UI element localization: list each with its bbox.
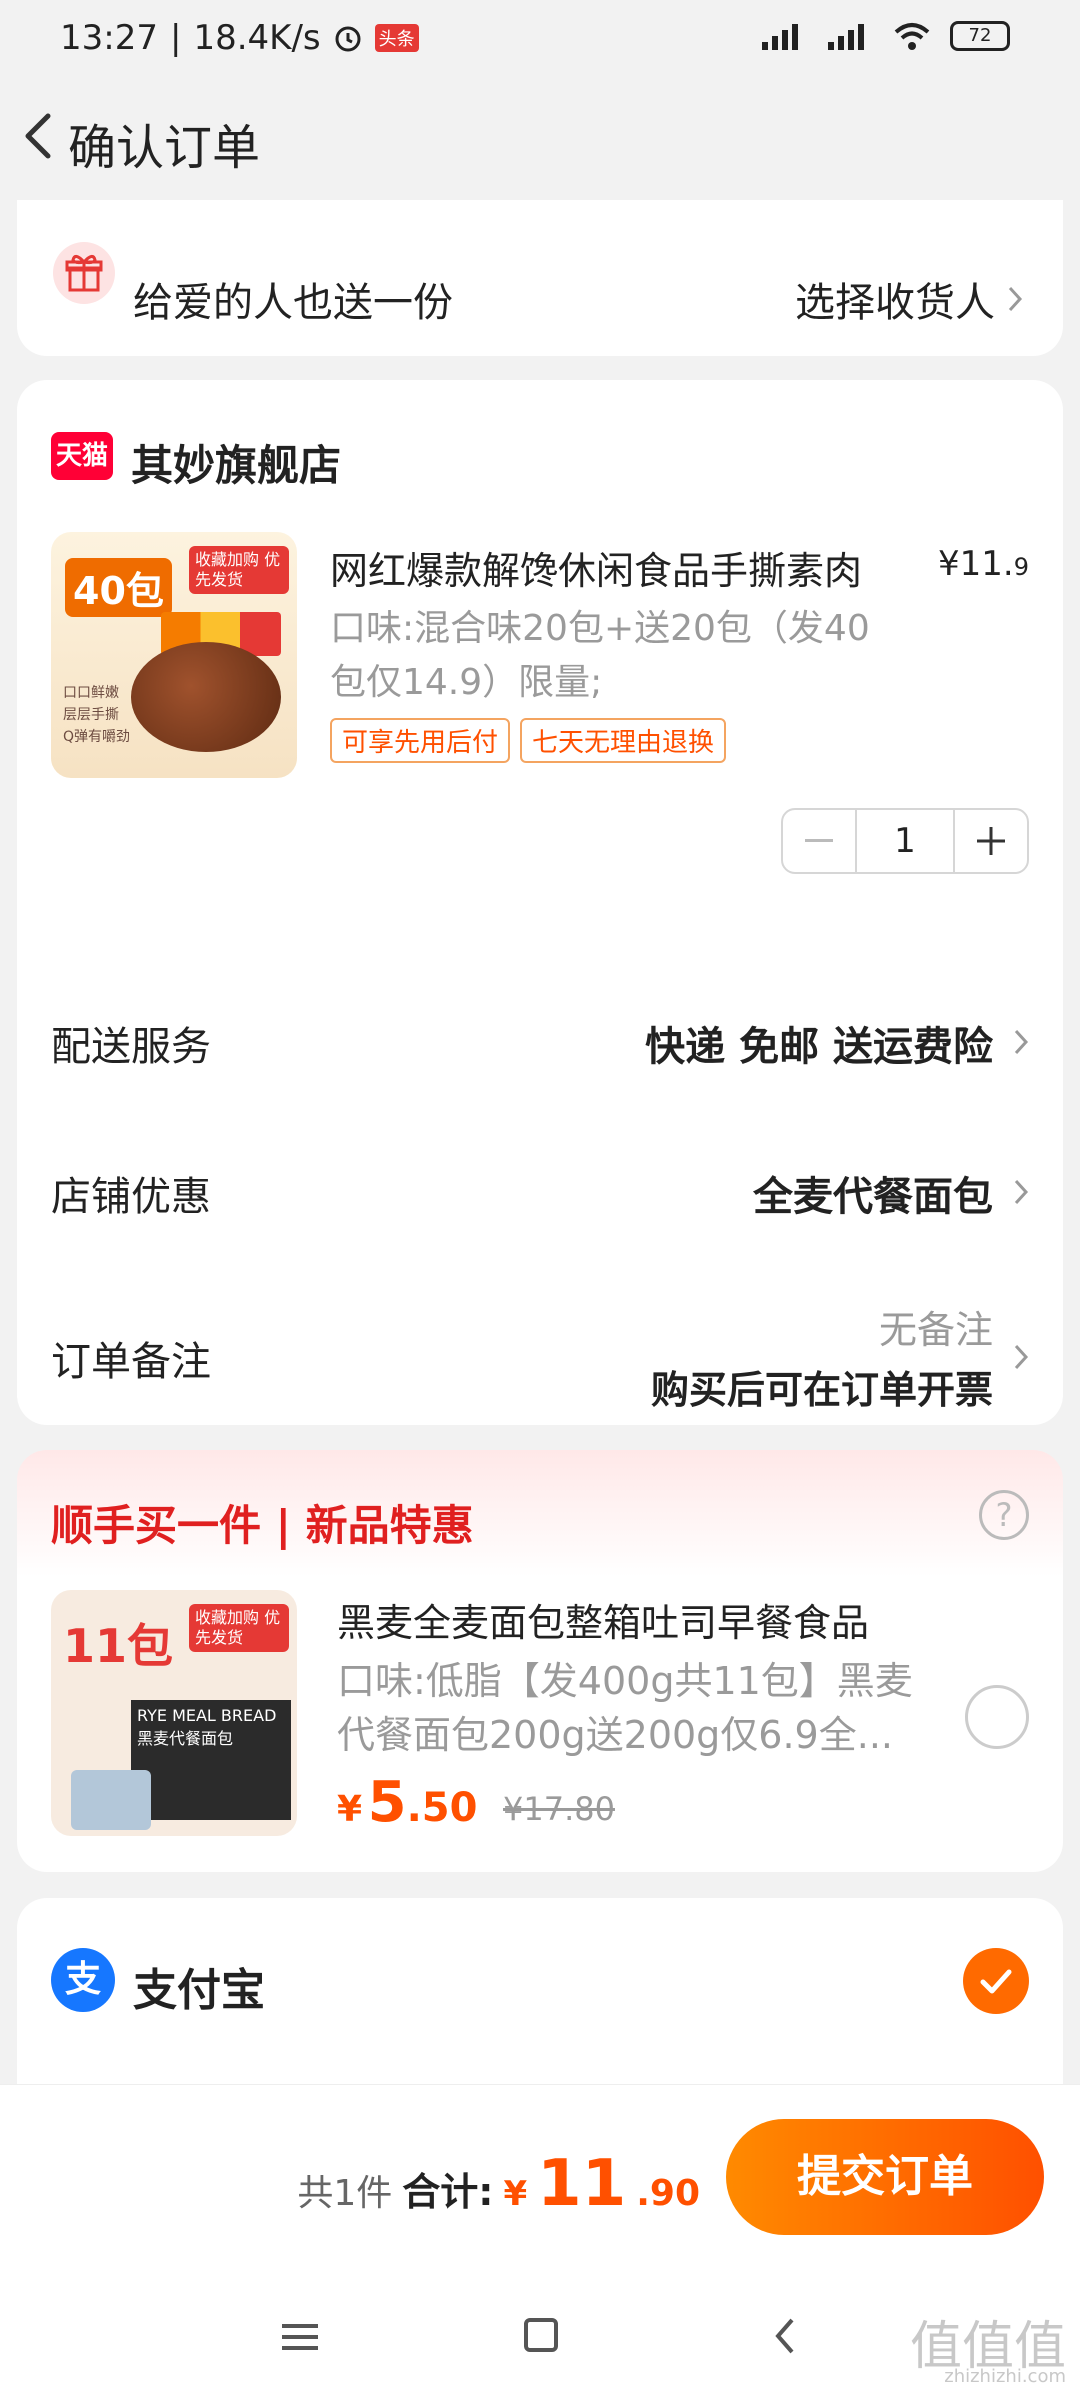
promo-product-image[interactable]: 11包 收藏加购 优先发货 RYE MEAL BREAD 黑麦代餐面包 (51, 1590, 297, 1836)
product-spec[interactable]: 口味:混合味20包+送20包（发40包仅14.9）限量; (330, 602, 890, 710)
select-recipient-link[interactable]: 选择收货人 (795, 270, 1023, 328)
product-price: ¥11.9 (938, 544, 1029, 584)
promo-price-int: 5 (367, 1770, 407, 1835)
promo-image-box: RYE MEAL BREAD 黑麦代餐面包 (131, 1700, 291, 1820)
chevron-right-icon (1014, 1179, 1029, 1205)
page-header: 确认订单 (0, 80, 1080, 190)
checkout-bar: 共1件 合计: ¥11.90 提交订单 (0, 2084, 1080, 2274)
price-int: 11. (959, 544, 1014, 584)
status-bar: 13:27 | 18.4K/s 头条 72 (0, 0, 1080, 80)
gift-icon (53, 242, 115, 304)
page-title: 确认订单 (68, 120, 261, 176)
total-dec: .90 (636, 2173, 700, 2214)
promo-title: 顺手买一件 | 新品特惠 (51, 1501, 474, 1550)
quantity-stepper: 1 (781, 808, 1029, 874)
product-image[interactable]: 40包 收藏加购 优先发货 口口鲜嫩 层层手撕 Q弹有嚼劲 (51, 532, 297, 778)
promo-image-tag: 收藏加购 优先发货 (189, 1604, 289, 1652)
signal-icon-2 (828, 24, 864, 50)
gift-text: 给爱的人也送一份 (133, 280, 453, 326)
discount-value: 全麦代餐面包 (753, 1174, 993, 1220)
order-remark-row[interactable]: 订单备注 无备注 购买后可在订单开票 (51, 1308, 1029, 1412)
watermark-url: zhizhizhi.com (944, 2366, 1066, 2387)
status-speed: 18.4K/s (193, 18, 321, 58)
payment-selected-check[interactable] (963, 1948, 1029, 2014)
tag-pay-later: 可享先用后付 (330, 718, 511, 763)
bullet-item: 层层手撕 (63, 707, 119, 723)
price-dec: 9 (1013, 553, 1029, 581)
promo-card: 顺手买一件 | 新品特惠 ? 11包 收藏加购 优先发货 RYE MEAL BR… (17, 1450, 1063, 1872)
status-left: 13:27 | 18.4K/s 头条 (60, 18, 419, 58)
quantity-value[interactable]: 1 (855, 810, 955, 872)
help-icon[interactable]: ? (979, 1490, 1029, 1540)
shop-card: 天猫 其妙旗舰店 40包 收藏加购 优先发货 口口鲜嫩 层层手撕 Q弹有嚼劲 网… (17, 380, 1063, 1425)
shop-discount-row[interactable]: 店铺优惠 全麦代餐面包 (51, 1150, 1029, 1230)
decrease-button[interactable] (783, 810, 855, 872)
tag-seven-day-return: 七天无理由退换 (520, 718, 727, 763)
nav-back-icon[interactable] (772, 2316, 798, 2356)
promo-product-name[interactable]: 黑麦全麦面包整箱吐司早餐食品 (337, 1592, 937, 1647)
price-symbol: ¥ (938, 544, 960, 584)
product-image-bullets: 口口鲜嫩 层层手撕 Q弹有嚼劲 (63, 682, 130, 748)
promo-price: ¥ 5.50 (337, 1770, 477, 1835)
chevron-right-icon (1014, 1029, 1029, 1055)
chevron-right-icon (1014, 1344, 1029, 1370)
product-tags: 可享先用后付 七天无理由退换 (330, 718, 727, 763)
invoice-note: 购买后可在订单开票 (650, 1368, 993, 1412)
promo-image-bag (71, 1770, 151, 1830)
bullet-item: 口口鲜嫩 (63, 685, 119, 701)
discount-label: 店铺优惠 (51, 1174, 211, 1220)
promo-select-radio[interactable] (965, 1685, 1029, 1749)
remark-value: 无备注 (878, 1308, 993, 1352)
alarm-icon (335, 26, 361, 52)
tmall-logo: 天猫 (51, 432, 113, 480)
product-meat-image (131, 642, 281, 752)
status-separator: | (169, 18, 182, 58)
product-image-label: 40包 (65, 558, 172, 617)
menu-icon[interactable] (282, 2322, 318, 2352)
payment-card[interactable]: 支 支付宝 (17, 1898, 1063, 2098)
order-total: 共1件 合计: ¥11.90 (297, 2147, 700, 2221)
back-icon[interactable] (14, 106, 64, 166)
total-int: 11 (537, 2147, 627, 2221)
remark-label: 订单备注 (51, 1339, 211, 1385)
select-recipient-label: 选择收货人 (795, 280, 995, 326)
signal-icon (762, 24, 798, 50)
total-symbol: ¥ (503, 2174, 528, 2214)
shop-name[interactable]: 其妙旗舰店 (131, 432, 341, 493)
delivery-label: 配送服务 (51, 1024, 211, 1070)
product-image-tag: 收藏加购 优先发货 (189, 546, 289, 594)
home-icon[interactable] (524, 2318, 558, 2352)
promo-price-symbol: ¥ (337, 1789, 363, 1830)
plus-icon (977, 827, 1005, 855)
minus-icon (805, 839, 833, 842)
system-nav-bar: 值值值 zhizhizhi.com (0, 2274, 1080, 2400)
alipay-icon: 支 (51, 1948, 115, 2012)
promo-product-spec[interactable]: 口味:低脂【发400g共11包】黑麦代餐面包200g送200g仅6.9全... (337, 1654, 917, 1762)
toutiao-badge: 头条 (374, 24, 419, 52)
status-time: 13:27 (60, 18, 158, 58)
increase-button[interactable] (955, 810, 1027, 872)
payment-name: 支付宝 (133, 1965, 265, 2016)
promo-old-price: ¥17.80 (503, 1790, 615, 1828)
bullet-item: Q弹有嚼劲 (63, 729, 131, 745)
gift-card[interactable]: 给爱的人也送一份 选择收货人 (17, 200, 1063, 356)
delivery-value: 快递 免邮 送运费险 (645, 1024, 993, 1070)
submit-order-button[interactable]: 提交订单 (726, 2119, 1044, 2235)
battery-icon: 72 (950, 21, 1010, 51)
promo-image-label: 11包 (63, 1619, 174, 1673)
status-right: 72 (760, 20, 1010, 52)
product-title[interactable]: 网红爆款解馋休闲食品手撕素肉 (330, 540, 910, 595)
promo-price-dec: .50 (406, 1785, 478, 1831)
wifi-icon (894, 23, 930, 50)
chevron-right-icon (1008, 286, 1023, 312)
total-label: 合计: (402, 2170, 494, 2214)
item-count: 共1件 (297, 2173, 393, 2214)
delivery-row[interactable]: 配送服务 快递 免邮 送运费险 (51, 1000, 1029, 1080)
checkmark-icon (980, 1969, 1012, 1994)
